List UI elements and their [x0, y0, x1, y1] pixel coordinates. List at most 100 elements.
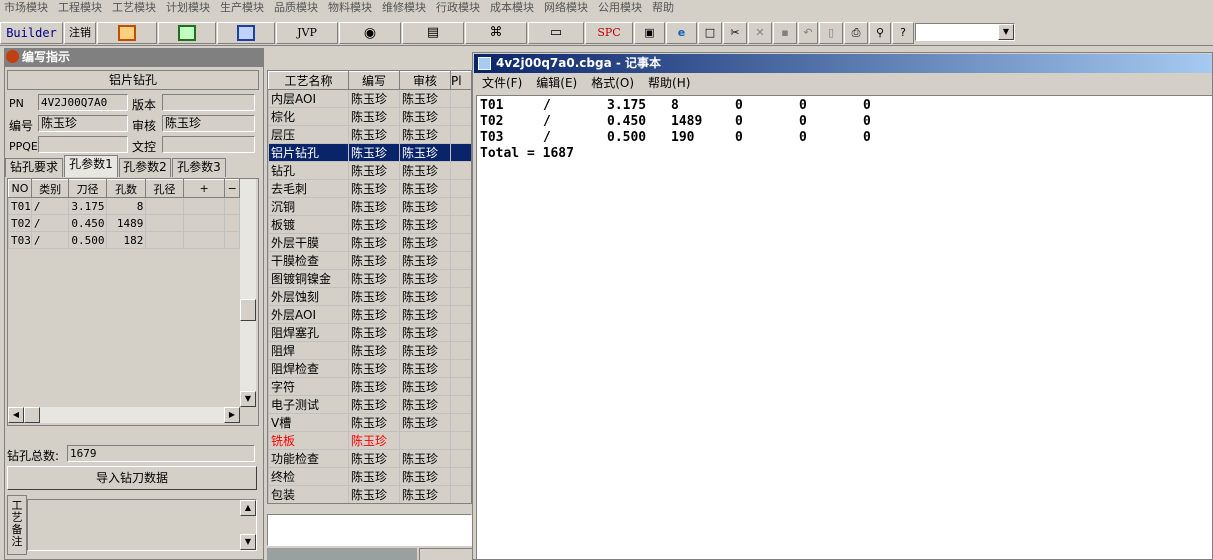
cell-extra[interactable]	[450, 89, 471, 108]
cell-empty[interactable]	[224, 231, 240, 249]
cell-hole-diameter[interactable]	[145, 231, 184, 249]
col-extra[interactable]: Pl	[450, 71, 471, 90]
tab-drill-requirements[interactable]: 钻孔要求	[5, 158, 63, 177]
cell-process-name[interactable]: 图镀铜镍金	[268, 269, 349, 288]
process-row[interactable]: 包装 陈玉珍 陈玉珍	[268, 485, 471, 503]
cell-empty[interactable]	[182, 231, 226, 249]
cell-process-name[interactable]: 层压	[268, 125, 349, 144]
cell-extra[interactable]	[450, 251, 471, 270]
cell-reviewer[interactable]: 陈玉珍	[399, 287, 451, 306]
menu-cost[interactable]: 成本模块	[486, 2, 540, 13]
cell-reviewer[interactable]: 陈玉珍	[399, 395, 451, 414]
cell-author[interactable]: 陈玉珍	[348, 125, 400, 144]
ppqe-field[interactable]	[38, 136, 128, 153]
cell-author[interactable]: 陈玉珍	[348, 485, 400, 503]
table-row[interactable]: T01 / 3.175 8	[8, 197, 240, 215]
cell-hole-count[interactable]: 8	[105, 197, 147, 215]
scroll-up-icon[interactable]: ▲	[240, 500, 256, 516]
cell-hole-count[interactable]: 1489	[105, 214, 147, 232]
notepad-titlebar[interactable]: 4v2j00q7a0.cbga - 记事本	[474, 54, 1212, 73]
menu-help[interactable]: 帮助(H)	[648, 76, 690, 90]
scroll-thumb[interactable]	[240, 299, 256, 321]
cell-category[interactable]: /	[30, 214, 70, 232]
process-row[interactable]: 外层干膜 陈玉珍 陈玉珍	[268, 233, 471, 252]
word-icon[interactable]	[217, 22, 275, 44]
cell-reviewer[interactable]: 陈玉珍	[399, 485, 451, 503]
cell-process-name[interactable]: 铣板	[268, 431, 349, 450]
cell-author[interactable]: 陈玉珍	[348, 269, 400, 288]
cell-reviewer[interactable]: 陈玉珍	[399, 125, 451, 144]
tab-hole-params-1[interactable]: 孔参数1	[64, 155, 118, 177]
cell-author[interactable]: 陈玉珍	[348, 89, 400, 108]
cell-extra[interactable]	[450, 197, 471, 216]
cell-no[interactable]: T03	[8, 231, 32, 249]
cell-process-name[interactable]: V槽	[268, 413, 349, 432]
cell-tool-diameter[interactable]: 0.450	[68, 214, 107, 232]
total-holes-field[interactable]: 1679	[67, 445, 255, 462]
menu-help[interactable]: 帮助	[648, 2, 680, 13]
cell-extra[interactable]	[451, 504, 473, 505]
cell-extra[interactable]	[450, 179, 471, 198]
process-row[interactable]: 成品仓陈玉珍陈玉珍	[269, 504, 473, 505]
cell-empty[interactable]	[182, 197, 226, 215]
table-row[interactable]: T03 / 0.500 182	[8, 231, 240, 249]
cell-author[interactable]: 陈玉珍	[348, 449, 400, 468]
cell-process-name[interactable]: 棕化	[268, 107, 349, 126]
process-row[interactable]: 钻孔 陈玉珍 陈玉珍	[268, 161, 471, 180]
grid-horizontal-scrollbar[interactable]: ◀ ▶	[8, 407, 240, 423]
notepad-text-area[interactable]: T01/3.175 8 0 0 0 T02/0.450 1489 0 0 0 T03/0.500…	[476, 95, 1212, 559]
cell-extra[interactable]	[450, 287, 471, 306]
toolbar-dropdown[interactable]: ▼	[915, 23, 1015, 41]
cell-process-name[interactable]: 干膜检查	[268, 251, 349, 270]
menu-material[interactable]: 物料模块	[324, 2, 378, 13]
cell-author[interactable]: 陈玉珍	[348, 377, 400, 396]
col-reviewer[interactable]: 审核	[399, 71, 451, 90]
cell-author[interactable]: 陈玉珍	[348, 323, 400, 342]
cell-process-name[interactable]: 外层AOI	[268, 305, 349, 324]
col-hole-diameter[interactable]: 孔径	[145, 179, 184, 198]
cell-reviewer[interactable]: 陈玉珍	[399, 305, 451, 324]
table-row[interactable]: T02 / 0.450 1489	[8, 214, 240, 232]
cell-process-name[interactable]: 内层AOI	[268, 89, 349, 108]
menu-production[interactable]: 生产模块	[216, 2, 270, 13]
spc-button[interactable]: SPC	[585, 22, 633, 44]
scroll-down-icon[interactable]: ▼	[240, 391, 256, 407]
save-icon[interactable]: ▪	[773, 22, 797, 44]
cell-reviewer[interactable]: 陈玉珍	[399, 323, 451, 342]
cell-reviewer[interactable]: 陈玉珍	[399, 467, 451, 486]
cell-reviewer[interactable]: 陈玉珍	[399, 197, 451, 216]
cell-author[interactable]: 陈玉珍	[348, 233, 400, 252]
col-tool-diameter[interactable]: 刀径	[68, 179, 107, 198]
menu-edit[interactable]: 编辑(E)	[536, 76, 577, 90]
cell-author[interactable]: 陈玉珍	[348, 179, 400, 198]
grid-vertical-scrollbar[interactable]: ▼	[240, 179, 256, 407]
cell-author[interactable]: 陈玉珍	[348, 161, 400, 180]
chevron-down-icon[interactable]: ▼	[998, 24, 1014, 40]
process-row[interactable]: 铣板 陈玉珍	[268, 431, 471, 450]
menu-network[interactable]: 网络模块	[540, 2, 594, 13]
help-icon[interactable]: ?	[892, 22, 914, 44]
process-row[interactable]: 层压 陈玉珍 陈玉珍	[268, 125, 471, 144]
cell-reviewer[interactable]: 陈玉珍	[399, 341, 451, 360]
cell-reviewer[interactable]: 陈玉珍	[399, 161, 451, 180]
version-field[interactable]	[162, 94, 255, 111]
cell-extra[interactable]	[450, 449, 471, 468]
cell-process-name[interactable]: 板镀	[268, 215, 349, 234]
cell-no[interactable]: T01	[8, 197, 32, 215]
process-row[interactable]: 外层蚀刻 陈玉珍 陈玉珍	[268, 287, 471, 306]
col-category[interactable]: 类别	[30, 179, 70, 198]
cell-extra[interactable]	[450, 143, 471, 162]
cell-process-name[interactable]: 阻焊检查	[268, 359, 349, 378]
cell-extra[interactable]	[450, 323, 471, 342]
delete-icon[interactable]: ✕	[748, 22, 772, 44]
cell-process-name[interactable]: 外层干膜	[268, 233, 349, 252]
cell-hole-diameter[interactable]	[145, 214, 184, 232]
cell-hole-count[interactable]: 182	[105, 231, 147, 249]
cell-reviewer[interactable]: 陈玉珍	[399, 233, 451, 252]
browser-icon[interactable]: e	[666, 22, 697, 44]
process-row[interactable]: 内层AOI 陈玉珍 陈玉珍	[268, 89, 471, 108]
cell-reviewer[interactable]: 陈玉珍	[399, 269, 451, 288]
cell-process-name[interactable]: 成品仓	[269, 504, 349, 505]
process-row[interactable]: 字符 陈玉珍 陈玉珍	[268, 377, 471, 396]
remark-textarea[interactable]: ▲ ▼	[27, 499, 257, 551]
